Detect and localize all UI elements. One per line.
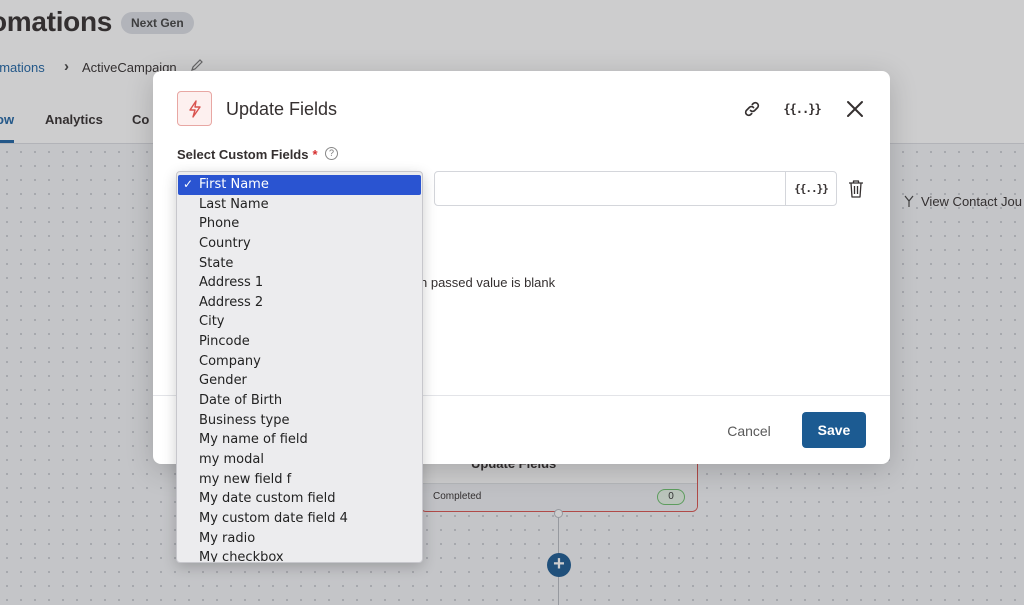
field-label-text: Select Custom Fields [177, 147, 309, 162]
dropdown-option-label: First Name [199, 177, 269, 192]
blank-value-option-text: n passed value is blank [420, 275, 556, 290]
dropdown-option-label: Date of Birth [199, 393, 283, 409]
dropdown-option[interactable]: Pincode [178, 332, 421, 352]
dropdown-option[interactable]: Date of Birth [178, 391, 421, 411]
dropdown-option[interactable]: Address 1 [178, 273, 421, 293]
dropdown-option-label: State [199, 255, 234, 271]
dropdown-option[interactable]: My date custom field [178, 489, 421, 509]
field-value-input[interactable] [434, 171, 786, 206]
dropdown-option-label: my new field f [199, 471, 292, 487]
dropdown-option-label: My checkbox [199, 550, 284, 563]
lightning-icon [177, 91, 212, 126]
dropdown-option[interactable]: My name of field [178, 430, 421, 450]
dropdown-option[interactable]: Country [178, 234, 421, 254]
dropdown-option-label: Country [199, 235, 251, 251]
dropdown-option-label: Pincode [199, 334, 250, 350]
dropdown-option[interactable]: Address 2 [178, 293, 421, 313]
dropdown-option[interactable]: Company [178, 352, 421, 372]
link-icon[interactable] [739, 96, 765, 122]
dropdown-option-label: Address 1 [199, 275, 264, 291]
value-merge-tags-button[interactable]: {{..}} [785, 171, 837, 206]
dropdown-option-label: Last Name [199, 196, 269, 212]
help-icon[interactable]: ? [325, 147, 338, 160]
select-custom-fields-label: Select Custom Fields * [177, 147, 318, 162]
close-icon[interactable] [842, 96, 868, 122]
dropdown-option[interactable]: my modal [178, 450, 421, 470]
cancel-button[interactable]: Cancel [713, 413, 785, 448]
dropdown-option[interactable]: State [178, 254, 421, 274]
dropdown-option-label: My date custom field [199, 491, 336, 507]
dropdown-option-label: my modal [199, 451, 264, 467]
dropdown-option[interactable]: My radio [178, 529, 421, 549]
dropdown-option-label: Phone [199, 216, 240, 232]
required-mark: * [312, 147, 318, 162]
checkmark-icon: ✓ [183, 177, 194, 191]
dropdown-option-label: Company [199, 353, 261, 369]
dropdown-option[interactable]: My custom date field 4 [178, 509, 421, 529]
merge-tags-icon[interactable]: {{..}} [783, 96, 821, 122]
dropdown-option[interactable]: Business type [178, 411, 421, 431]
dropdown-option-label: Gender [199, 373, 247, 389]
dropdown-option-label: Business type [199, 412, 290, 428]
save-button[interactable]: Save [802, 412, 866, 448]
dropdown-option[interactable]: Last Name [178, 195, 421, 215]
dropdown-option-label: My radio [199, 530, 256, 546]
dropdown-option-label: My name of field [199, 432, 308, 448]
trash-icon[interactable] [845, 176, 867, 200]
custom-fields-dropdown-list[interactable]: ✓ First Name Last Name Phone Country State Add… [176, 171, 423, 563]
dropdown-option[interactable]: ✓ First Name [178, 175, 421, 195]
dropdown-option[interactable]: City [178, 312, 421, 332]
dropdown-option[interactable]: My checkbox [178, 548, 421, 563]
dropdown-option-label: City [199, 314, 225, 330]
dropdown-option-label: My custom date field 4 [199, 510, 348, 526]
dropdown-option[interactable]: my new field f [178, 470, 421, 490]
dropdown-option-label: Address 2 [199, 294, 264, 310]
modal-title: Update Fields [226, 99, 338, 119]
dropdown-option[interactable]: Gender [178, 371, 421, 391]
dropdown-option[interactable]: Phone [178, 214, 421, 234]
